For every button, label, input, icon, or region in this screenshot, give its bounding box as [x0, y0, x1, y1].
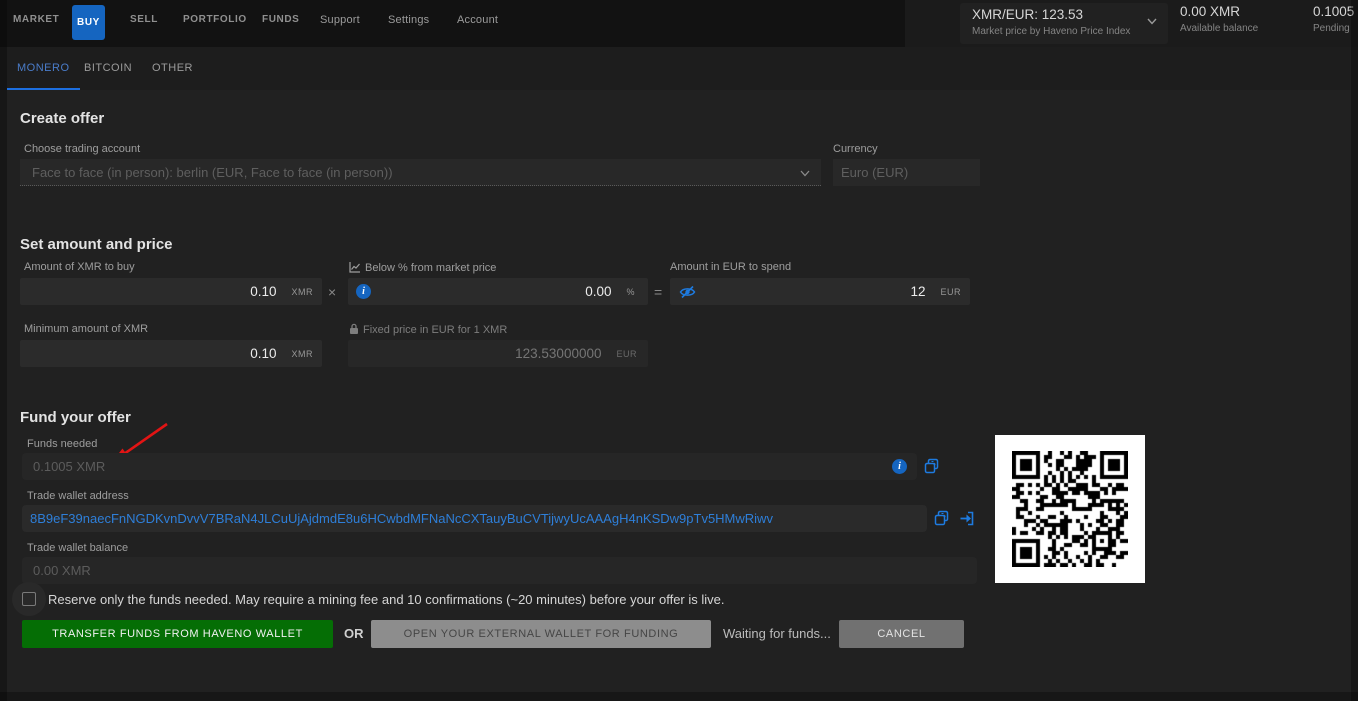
nav-item-settings[interactable]: Settings: [388, 0, 429, 40]
funds-needed-value: 0.1005 XMR: [33, 459, 105, 474]
nav-item-funds[interactable]: FUNDS: [262, 0, 299, 40]
spend-unit: EUR: [940, 287, 961, 297]
spend-input[interactable]: 12 EUR: [670, 278, 970, 305]
tab-monero[interactable]: MONERO: [7, 47, 80, 90]
info-icon[interactable]: i: [356, 284, 371, 299]
fixed-price-input: 123.53000000 EUR: [348, 340, 648, 367]
funds-needed-label: Funds needed: [27, 438, 97, 450]
transfer-funds-button[interactable]: TRANSFER FUNDS FROM HAVENO WALLET: [22, 620, 333, 648]
below-market-label: Below % from market price: [349, 261, 496, 274]
wallet-balance-label: Trade wallet balance: [27, 542, 128, 554]
trading-account-value: Face to face (in person): berlin (EUR, F…: [32, 165, 393, 180]
below-market-unit: %: [626, 287, 635, 297]
create-offer-title: Create offer: [20, 110, 104, 127]
min-amount-input[interactable]: 0.10 XMR: [20, 340, 322, 367]
trading-account-select[interactable]: Face to face (in person): berlin (EUR, F…: [20, 159, 821, 186]
market-price-value: XMR/EUR: 123.53: [972, 7, 1083, 22]
amount-value: 0.10: [250, 284, 276, 299]
amount-price-title: Set amount and price: [20, 236, 173, 253]
amount-unit: XMR: [292, 287, 314, 297]
reserve-funds-label: Reserve only the funds needed. May requi…: [48, 592, 725, 607]
waiting-status: Waiting for funds...: [723, 620, 831, 648]
market-price-selector[interactable]: XMR/EUR: 123.53 Market price by Haveno P…: [960, 3, 1168, 44]
fixed-price-unit: EUR: [616, 349, 637, 359]
chart-icon: [349, 261, 361, 273]
overlay-dim-right: [1351, 0, 1358, 701]
nav-item-portfolio[interactable]: PORTFOLIO: [183, 0, 247, 40]
nav-item-sell[interactable]: SELL: [130, 0, 158, 40]
amount-label: Amount of XMR to buy: [24, 261, 135, 273]
reserve-funds-checkbox[interactable]: [22, 592, 36, 606]
overlay-dim-bottom: [0, 692, 1358, 701]
currency-label: Currency: [833, 143, 878, 155]
tab-other[interactable]: OTHER: [142, 47, 203, 90]
or-label: OR: [344, 620, 364, 648]
available-balance-value: 0.00 XMR: [1180, 4, 1240, 19]
fixed-price-label: Fixed price in EUR for 1 XMR: [349, 323, 507, 336]
nav-item-market[interactable]: MARKET: [13, 0, 59, 40]
tab-bitcoin[interactable]: BITCOIN: [74, 47, 142, 90]
trading-account-label: Choose trading account: [24, 143, 140, 155]
copy-icon[interactable]: [934, 510, 951, 527]
nav-item-account[interactable]: Account: [457, 0, 498, 40]
available-balance-label: Available balance: [1180, 23, 1258, 34]
nav-item-buy[interactable]: BUY: [72, 5, 105, 40]
below-market-value: 0.00: [585, 284, 611, 299]
min-amount-unit: XMR: [292, 349, 314, 359]
nav-info-panel: XMR/EUR: 123.53 Market price by Haveno P…: [905, 0, 1358, 47]
info-icon[interactable]: i: [892, 459, 907, 474]
pending-balance-value: 0.1005: [1313, 4, 1354, 19]
open-in-wallet-icon[interactable]: [959, 510, 976, 527]
cancel-button[interactable]: CANCEL: [839, 620, 964, 648]
equals-sign: =: [654, 284, 662, 300]
min-amount-value: 0.10: [250, 346, 276, 361]
multiply-sign: ×: [328, 284, 336, 300]
wallet-address-field: 8B9eF39naecFnNGDKvnDvvV7BRaN4JLCuUjAjdmd…: [22, 505, 927, 532]
eye-off-icon[interactable]: [679, 285, 697, 299]
wallet-address-label: Trade wallet address: [27, 490, 129, 502]
amount-input[interactable]: 0.10 XMR: [20, 278, 322, 305]
external-wallet-button[interactable]: OPEN YOUR EXTERNAL WALLET FOR FUNDING: [371, 620, 711, 648]
wallet-balance-field: 0.00 XMR: [22, 557, 977, 584]
spend-value: 12: [910, 284, 925, 299]
pending-balance-label: Pending: [1313, 23, 1350, 34]
copy-icon[interactable]: [924, 458, 941, 475]
funding-qr-code: [995, 435, 1145, 583]
below-market-input[interactable]: i 0.00 %: [348, 278, 648, 305]
top-navbar: MARKET BUY SELL PORTFOLIO FUNDS Support …: [0, 0, 1358, 47]
chevron-down-icon: [799, 167, 811, 179]
nav-item-support[interactable]: Support: [320, 0, 360, 40]
spend-label: Amount in EUR to spend: [670, 261, 791, 273]
market-price-source: Market price by Haveno Price Index: [972, 26, 1130, 37]
funds-needed-field: 0.1005 XMR i: [22, 453, 917, 480]
overlay-dim-left: [0, 0, 7, 701]
fixed-price-value: 123.53000000: [515, 346, 601, 361]
create-offer-screen: MARKET BUY SELL PORTFOLIO FUNDS Support …: [0, 0, 1358, 701]
currency-field[interactable]: Euro (EUR): [833, 159, 980, 186]
lock-icon: [349, 323, 359, 335]
chevron-down-icon: [1146, 15, 1158, 27]
asset-tabbar: MONERO BITCOIN OTHER: [0, 47, 1358, 90]
min-amount-label: Minimum amount of XMR: [24, 323, 148, 335]
